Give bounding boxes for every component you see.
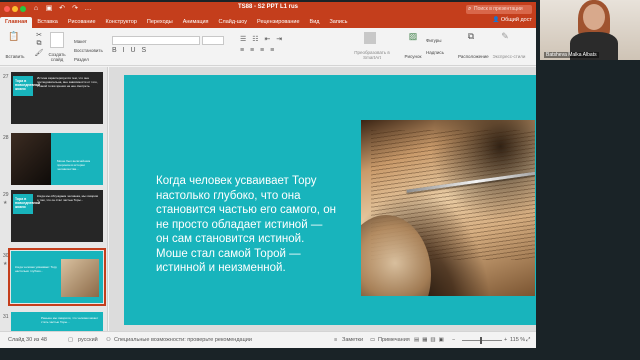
fit-slide-icon[interactable]: ⤢: [526, 337, 530, 344]
spellcheck-icon[interactable]: ▢: [68, 337, 73, 343]
tab-record[interactable]: Запись: [324, 17, 352, 28]
slide-thumbnail-29[interactable]: Тора в повседневной жизни Когда мы обсуж…: [11, 190, 103, 242]
convert-smartart-button[interactable]: Преобразовать в SmartArt: [350, 50, 394, 60]
picture-button[interactable]: Рисунок: [402, 54, 424, 59]
slide-thumbnail-28[interactable]: Моше был величайшим пророком в истории ч…: [11, 133, 103, 185]
format-painter-icon[interactable]: 🖌: [34, 49, 44, 57]
thumbnail-text: Моше был величайшим пророком в истории ч…: [57, 159, 91, 171]
copy-icon[interactable]: ⧉: [34, 40, 44, 48]
thumbnail-number: 31: [3, 314, 9, 320]
tab-draw[interactable]: Рисование: [63, 17, 101, 28]
slide-editor[interactable]: Когда человек усваивает Тору настолько г…: [109, 67, 536, 331]
zoom-out-icon[interactable]: −: [452, 337, 455, 343]
participant-name: Batsheva Malka Albats: [544, 52, 599, 58]
tab-home[interactable]: Главная: [0, 17, 33, 28]
zoom-slider[interactable]: [462, 340, 502, 341]
slide-counter: Слайд 30 из 48: [8, 337, 47, 343]
new-slide-icon[interactable]: [50, 32, 64, 48]
new-slide-button-label[interactable]: Создать слайд: [44, 52, 70, 62]
paste-button-label[interactable]: Вставить: [2, 54, 28, 59]
reset-button[interactable]: Восстановить: [74, 48, 103, 53]
thumbnail-number: 27: [3, 74, 9, 80]
notes-button[interactable]: Заметки: [342, 337, 363, 343]
slide-body-text[interactable]: Когда человек усваивает Тору настолько г…: [156, 174, 336, 276]
current-slide[interactable]: Когда человек усваивает Тору настолько г…: [124, 75, 536, 325]
tab-slideshow[interactable]: Слайд-шоу: [214, 17, 253, 28]
picture-icon[interactable]: ▨: [406, 31, 420, 42]
tab-view[interactable]: Вид: [305, 17, 325, 28]
participant-face: [583, 4, 605, 30]
font-family-select[interactable]: [112, 36, 200, 45]
tab-review[interactable]: Рецензирование: [252, 17, 304, 28]
textbox-button[interactable]: Надпись: [426, 50, 444, 55]
search-input[interactable]: ⌕ Поиск в презентации: [466, 5, 532, 14]
thumbnail-text: Раньше мы говорили, что человек может ст…: [41, 316, 99, 324]
thumbnail-title: Тора в повседневной жизни: [15, 197, 41, 209]
animation-star-icon: ★: [3, 261, 8, 267]
zoom-slider-thumb[interactable]: [480, 337, 482, 344]
language-indicator[interactable]: русский: [78, 337, 98, 343]
ribbon-tab-bar: Главная Вставка Рисование Конструктор Пе…: [0, 16, 536, 28]
desktop-frame: ⌂ ▣ ↶ ↷ … TS88 - S2 PPT L1 rus ⌕ Поиск в…: [0, 0, 640, 360]
thumbnail-text: Истина характеризуется тем, что она посл…: [37, 76, 98, 88]
powerpoint-window: ⌂ ▣ ↶ ↷ … TS88 - S2 PPT L1 rus ⌕ Поиск в…: [0, 2, 536, 348]
slide-thumbnail-31[interactable]: Раньше мы говорили, что человек может ст…: [11, 312, 103, 331]
paste-icon[interactable]: 📋: [6, 31, 22, 42]
thumbnail-title: Тора в повседневной жизни: [15, 79, 41, 91]
ribbon-home: 📋 Вставить ✂ ⧉ 🖌 Создать слайд Макет Вос…: [0, 28, 536, 66]
comments-icon[interactable]: ▭: [370, 337, 375, 343]
search-placeholder: Поиск в презентации: [474, 6, 523, 12]
share-button[interactable]: 👤 Общий дост: [492, 17, 532, 23]
tab-design[interactable]: Конструктор: [101, 17, 142, 28]
slide-thumbnails-pane[interactable]: 27 Тора в повседневной жизни Истина хара…: [0, 67, 108, 331]
slide-thumbnail-27[interactable]: Тора в повседневной жизни Истина характе…: [11, 72, 103, 124]
thumbnail-text: Когда человек усваивает Тору настолько г…: [15, 265, 57, 273]
smartart-icon[interactable]: [364, 32, 376, 44]
thumbnail-image: [11, 133, 51, 185]
arrange-button[interactable]: Расположение: [458, 54, 489, 59]
thumbnail-number: 28: [3, 135, 9, 141]
notes-icon[interactable]: ≡: [334, 337, 337, 343]
view-switcher-icons[interactable]: ▤▦▥▣: [414, 337, 447, 343]
document-title: TS88 - S2 PPT L1 rus: [237, 4, 299, 10]
zoom-level[interactable]: 115 %: [510, 337, 525, 343]
title-bar: ⌂ ▣ ↶ ↷ … TS88 - S2 PPT L1 rus ⌕ Поиск в…: [0, 2, 536, 16]
arrange-icon[interactable]: ⧉: [464, 31, 478, 42]
share-icon: 👤: [492, 17, 500, 23]
quick-styles-button[interactable]: Экспресс-стили: [490, 54, 528, 59]
comments-button[interactable]: Примечания: [378, 337, 410, 343]
accessibility-status[interactable]: Специальные возможности: проверьте реком…: [114, 337, 252, 343]
cut-icon[interactable]: ✂: [34, 31, 44, 39]
tab-animations[interactable]: Анимация: [178, 17, 214, 28]
share-label: Общий дост: [500, 17, 532, 23]
accessibility-icon[interactable]: ⚇: [106, 337, 111, 343]
thumbnail-number: 29: [3, 192, 9, 198]
animation-star-icon: ★: [3, 200, 8, 206]
layout-button[interactable]: Макет: [74, 39, 87, 44]
thumbnail-image: [61, 259, 99, 297]
thumbnail-number: 30: [3, 253, 9, 259]
section-button[interactable]: Раздел: [74, 57, 89, 62]
list-icons[interactable]: ☰ ☷ ⇤ ⇥: [240, 35, 300, 43]
search-icon: ⌕: [468, 6, 472, 12]
quick-styles-icon[interactable]: ✎: [498, 31, 512, 42]
tab-insert[interactable]: Вставка: [32, 17, 62, 28]
font-format-icons[interactable]: B I U S: [112, 47, 172, 54]
status-bar: Слайд 30 из 48 ▢ русский ⚇ Специальные в…: [0, 331, 536, 348]
participant-video: Batsheva Malka Albats: [540, 0, 640, 60]
align-icons[interactable]: ≡ ≡ ≡ ≡: [240, 47, 300, 54]
slide-thumbnail-30[interactable]: Когда человек усваивает Тору настолько г…: [8, 248, 106, 306]
shapes-button[interactable]: Фигуры: [426, 38, 442, 43]
tab-transitions[interactable]: Переходы: [142, 17, 178, 28]
thumbnail-text: Когда мы обсуждаем человека, мы говорим …: [37, 194, 98, 202]
torah-scroll-image[interactable]: [361, 120, 535, 296]
font-size-select[interactable]: [202, 36, 224, 45]
zoom-in-icon[interactable]: +: [504, 337, 507, 343]
